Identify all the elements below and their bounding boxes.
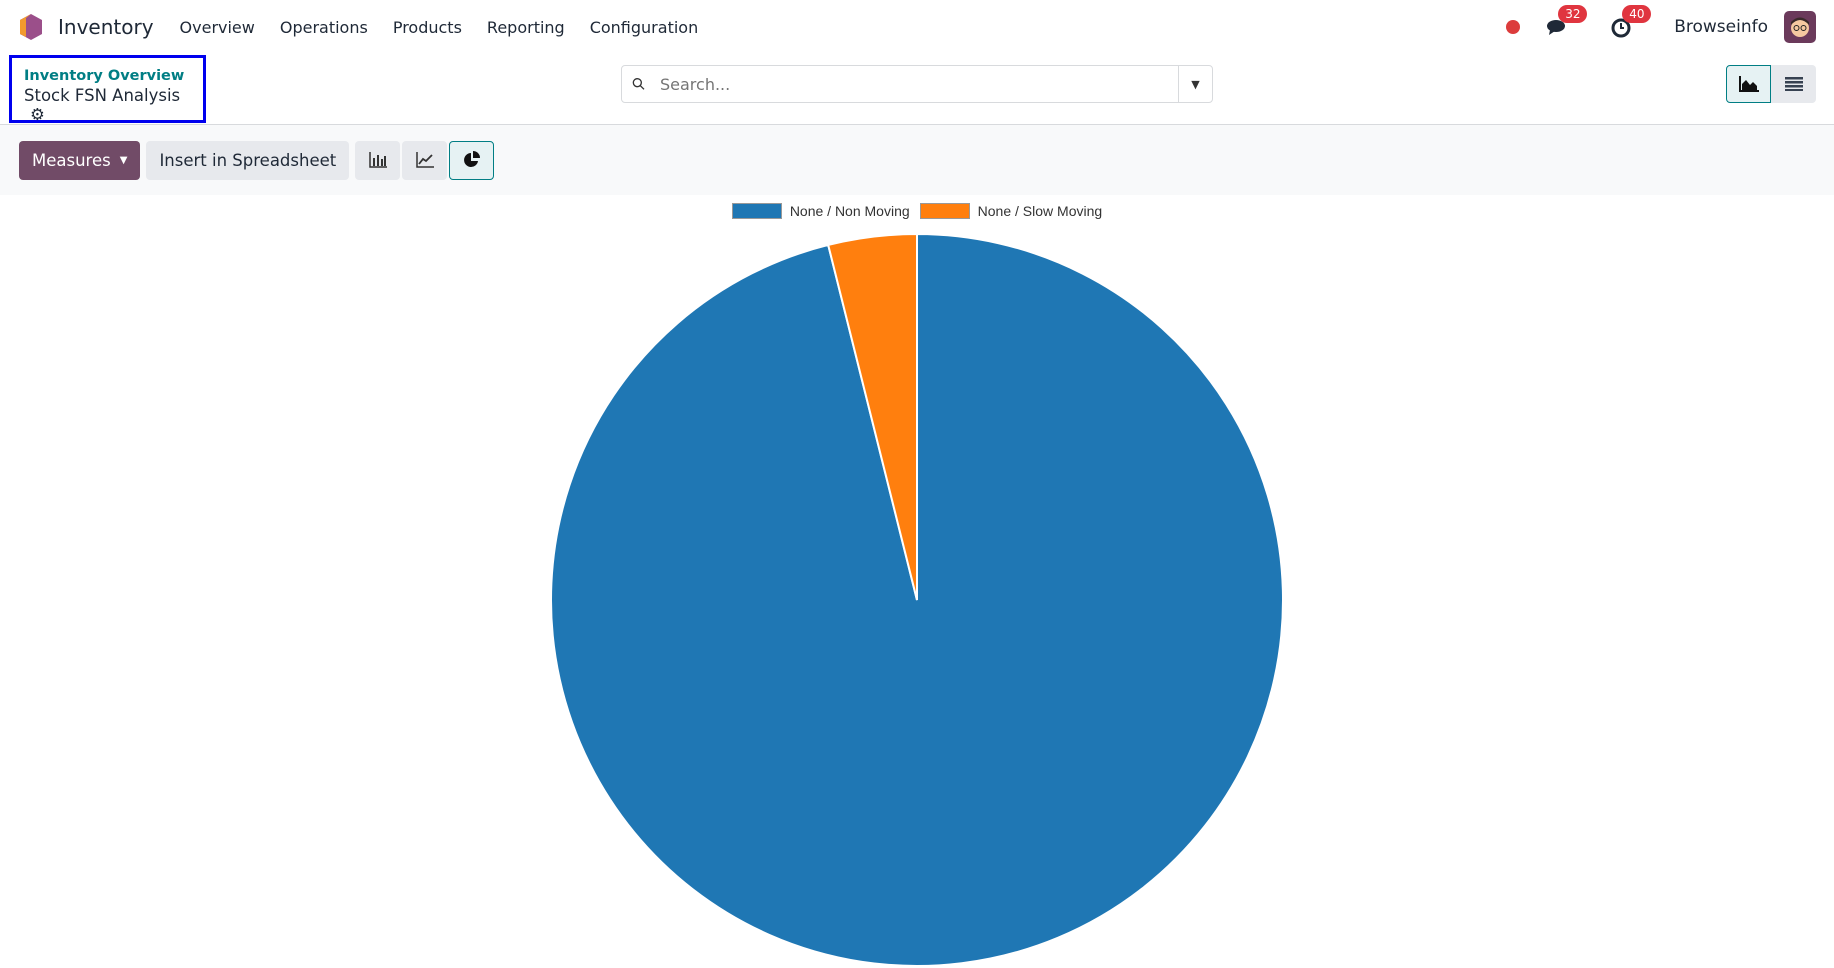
status-dot-icon[interactable] (1506, 20, 1521, 34)
menu-reporting[interactable]: Reporting (487, 18, 565, 37)
graph-view-button[interactable] (1726, 65, 1771, 103)
graph-toolbar: Measures ▼ Insert in Spreadsheet (0, 125, 1834, 195)
control-panel: Inventory Overview Stock FSN Analysis ⚙ … (0, 54, 1834, 125)
pie-chart-button[interactable] (449, 140, 495, 180)
search-options-toggle[interactable]: ▼ (1178, 66, 1212, 102)
insert-spreadsheet-button[interactable]: Insert in Spreadsheet (146, 140, 350, 180)
search-bar: ▼ (621, 65, 1213, 103)
menu-configuration[interactable]: Configuration (590, 18, 699, 37)
activities-badge: 40 (1622, 5, 1652, 23)
messages-button[interactable]: 32 (1546, 5, 1588, 39)
measures-label: Measures (32, 150, 111, 170)
bar-chart-icon (368, 152, 387, 168)
list-icon (1784, 77, 1803, 91)
user-avatar[interactable] (1784, 11, 1816, 43)
search-icon (632, 77, 645, 90)
bar-chart-button[interactable] (355, 140, 401, 180)
activities-button[interactable]: 40 (1610, 5, 1652, 39)
caret-down-icon: ▼ (1191, 77, 1200, 91)
top-navbar: Inventory Overview Operations Products R… (0, 0, 1834, 54)
app-logo-icon[interactable] (18, 13, 44, 41)
pie-chart (550, 232, 1284, 967)
area-chart-icon (1738, 76, 1759, 92)
menu-products[interactable]: Products (393, 18, 462, 37)
app-name[interactable]: Inventory (58, 15, 154, 39)
list-view-button[interactable] (1771, 65, 1816, 103)
menu-operations[interactable]: Operations (280, 18, 368, 37)
line-chart-icon (415, 152, 434, 168)
caret-down-icon: ▼ (119, 154, 128, 166)
user-name[interactable]: Browseinfo (1674, 17, 1768, 37)
breadcrumb-parent[interactable]: Inventory Overview (24, 68, 191, 84)
pie-chart-icon (463, 151, 480, 167)
breadcrumb: Inventory Overview Stock FSN Analysis ⚙ (9, 55, 206, 124)
menu-overview[interactable]: Overview (180, 18, 255, 37)
messages-badge: 32 (1558, 5, 1588, 23)
gear-icon[interactable]: ⚙ (30, 105, 45, 124)
page-title: Stock FSN Analysis (24, 86, 181, 105)
search-input[interactable] (652, 74, 1178, 94)
line-chart-button[interactable] (402, 140, 448, 180)
measures-button[interactable]: Measures ▼ (19, 140, 141, 180)
